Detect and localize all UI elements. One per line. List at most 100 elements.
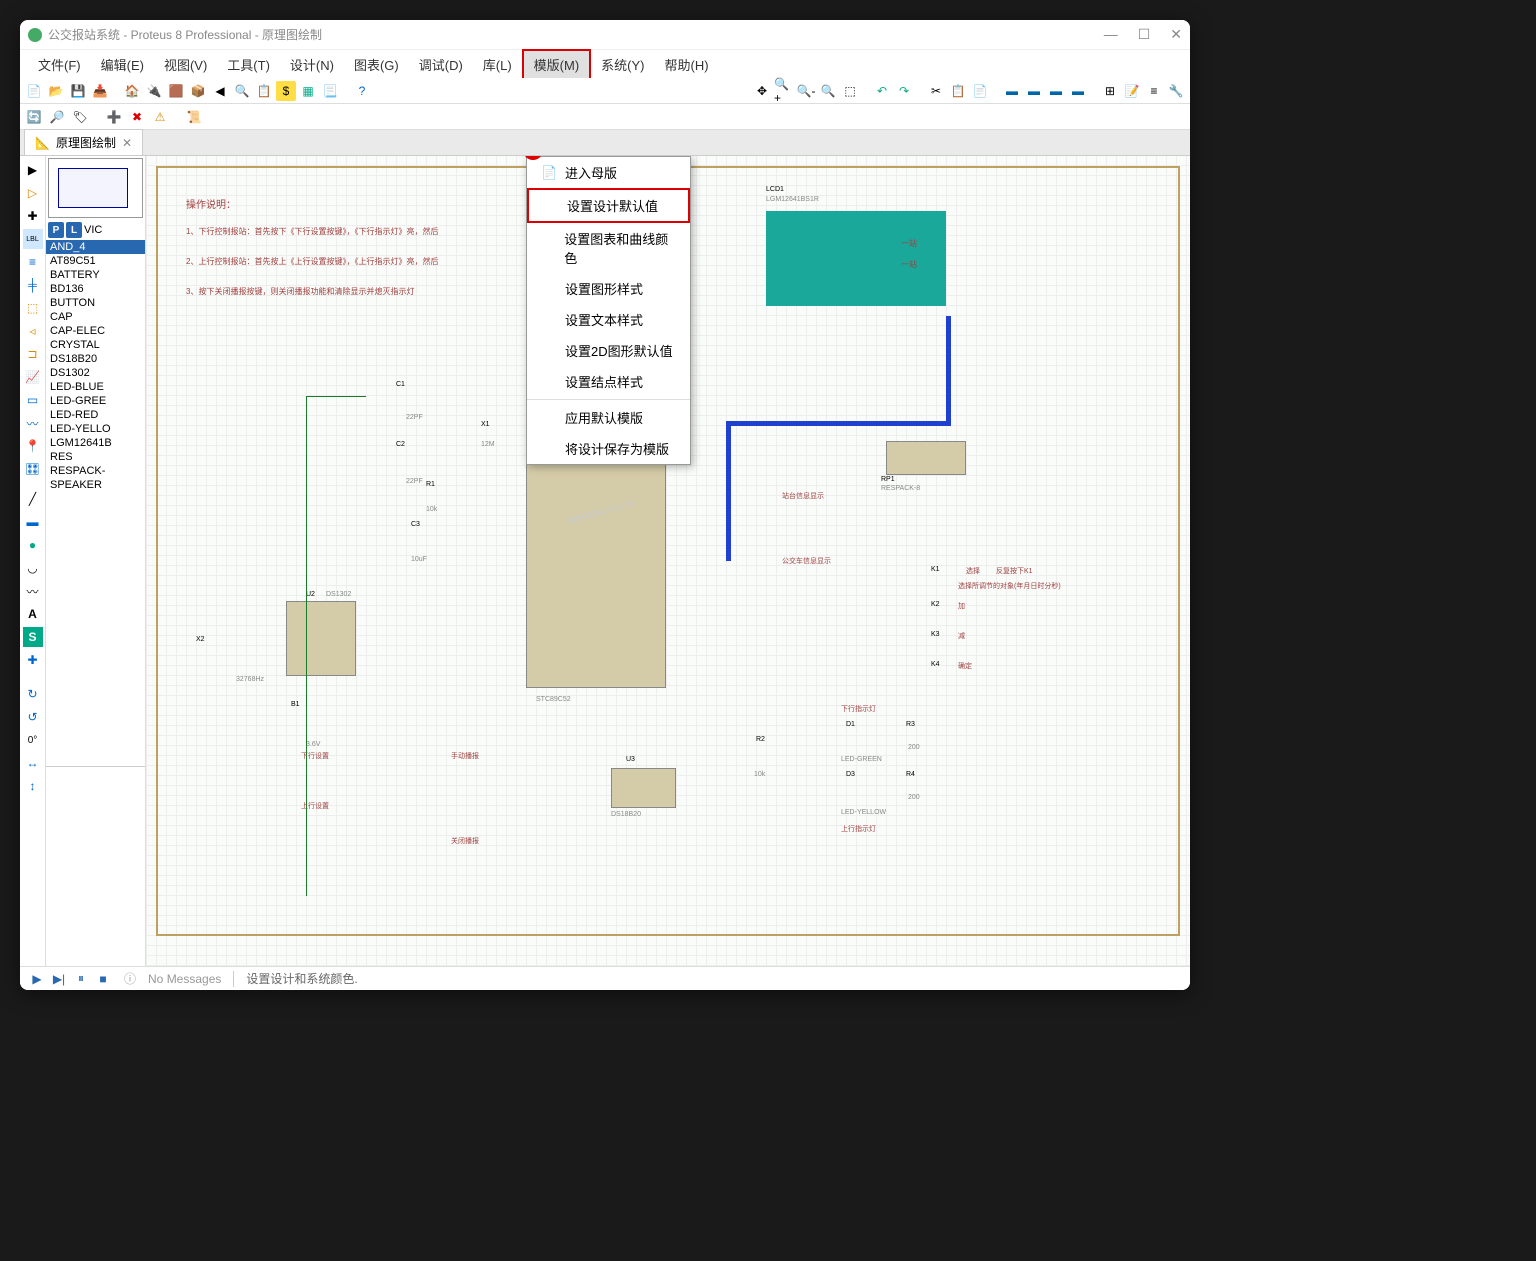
overview-map[interactable]: [48, 158, 143, 218]
menu-item-set-graph-colors[interactable]: 设置图表和曲线颜色: [527, 223, 690, 273]
list-item[interactable]: LED-GREE: [46, 394, 145, 408]
line-tool[interactable]: ╱: [23, 489, 43, 509]
gerber-icon[interactable]: ◀: [210, 81, 230, 101]
zoomarea-icon[interactable]: ⬚: [840, 81, 860, 101]
list-item[interactable]: LED-BLUE: [46, 380, 145, 394]
menu-design[interactable]: 设计(N): [280, 51, 344, 78]
list-item[interactable]: CRYSTAL: [46, 338, 145, 352]
rotate-cw-icon[interactable]: ↻: [23, 684, 43, 704]
rotate-ccw-icon[interactable]: ↺: [23, 707, 43, 727]
list-item[interactable]: BUTTON: [46, 296, 145, 310]
list-item[interactable]: LED-RED: [46, 408, 145, 422]
schematic-canvas[interactable]: 操作说明： 1、下行控制报站：首先按下《下行设置按键》，《下行指示灯》亮，然后 …: [146, 156, 1190, 966]
bus-tool[interactable]: ╪: [23, 275, 43, 295]
align-top-icon[interactable]: ▬: [1068, 81, 1088, 101]
align-center-icon[interactable]: ▬: [1024, 81, 1044, 101]
label-tool[interactable]: LBL: [23, 229, 43, 249]
menu-system[interactable]: 系统(Y): [591, 51, 654, 78]
text-tool[interactable]: ≡: [23, 252, 43, 272]
copy-icon[interactable]: 📋: [948, 81, 968, 101]
pin-tool[interactable]: ⊐: [23, 344, 43, 364]
terminal-tool[interactable]: ◃: [23, 321, 43, 341]
menu-item-enter-master[interactable]: 📄 进入母版: [527, 157, 690, 188]
play-icon[interactable]: ▶: [28, 970, 46, 988]
prop-icon[interactable]: 📝: [1122, 81, 1142, 101]
symbol-tool[interactable]: S: [23, 627, 43, 647]
list-item[interactable]: BD136: [46, 282, 145, 296]
instrument-tool[interactable]: 🎛: [23, 459, 43, 479]
marker-tool[interactable]: ✚: [23, 650, 43, 670]
step-icon[interactable]: ▶|: [50, 970, 68, 988]
tag-icon[interactable]: 🏷: [70, 107, 90, 127]
flip-v-icon[interactable]: ↕: [23, 776, 43, 796]
list-item[interactable]: BATTERY: [46, 268, 145, 282]
3d-icon[interactable]: 📦: [188, 81, 208, 101]
tab-close-icon[interactable]: ✕: [122, 136, 132, 150]
menu-item-set-text-style[interactable]: 设置文本样式: [527, 304, 690, 335]
arc-tool[interactable]: ◡: [23, 558, 43, 578]
menu-item-set-2d-defaults[interactable]: 设置2D图形默认值: [527, 335, 690, 366]
grid-icon[interactable]: ⊞: [1100, 81, 1120, 101]
sim-icon[interactable]: $: [276, 81, 296, 101]
list-item[interactable]: AND_4: [46, 240, 145, 254]
tab-schematic[interactable]: 📐 原理图绘制 ✕: [24, 129, 143, 155]
pan-icon[interactable]: ✥: [752, 81, 772, 101]
schematic-icon[interactable]: 🔌: [144, 81, 164, 101]
zoomfit-icon[interactable]: 🔍: [818, 81, 838, 101]
menu-tools[interactable]: 工具(T): [217, 51, 280, 78]
junction-tool[interactable]: ✚: [23, 206, 43, 226]
select-tool[interactable]: ▶: [23, 160, 43, 180]
list-item[interactable]: CAP: [46, 310, 145, 324]
rect-tool[interactable]: ▬: [23, 512, 43, 532]
menu-item-set-graphics-style[interactable]: 设置图形样式: [527, 273, 690, 304]
refresh-icon[interactable]: 🔄: [24, 107, 44, 127]
probe-tool[interactable]: 📍: [23, 436, 43, 456]
add-icon[interactable]: ➕: [104, 107, 124, 127]
list-item[interactable]: RESPACK-: [46, 464, 145, 478]
graph-tool[interactable]: 📈: [23, 367, 43, 387]
subcircuit-tool[interactable]: ⬚: [23, 298, 43, 318]
list-item[interactable]: LGM12641B: [46, 436, 145, 450]
pcb-icon[interactable]: 🟫: [166, 81, 186, 101]
lib-button[interactable]: L: [66, 222, 82, 238]
zoomin-icon[interactable]: 🔍+: [774, 81, 794, 101]
save-icon[interactable]: 💾: [68, 81, 88, 101]
home-icon[interactable]: 🏠: [122, 81, 142, 101]
stop-icon[interactable]: ■: [94, 970, 112, 988]
menu-item-save-as-template[interactable]: 将设计保存为模版: [527, 433, 690, 464]
menu-library[interactable]: 库(L): [473, 51, 522, 78]
menu-item-set-junction-style[interactable]: 设置结点样式: [527, 366, 690, 397]
list-item[interactable]: DS1302: [46, 366, 145, 380]
align-right-icon[interactable]: ▬: [1046, 81, 1066, 101]
help-icon[interactable]: ?: [352, 81, 372, 101]
list-item[interactable]: AT89C51: [46, 254, 145, 268]
list-item[interactable]: SPEAKER: [46, 478, 145, 492]
cut-icon[interactable]: ✂: [926, 81, 946, 101]
parts-list[interactable]: AND_4 AT89C51 BATTERY BD136 BUTTON CAP C…: [46, 240, 145, 766]
menu-item-apply-default-template[interactable]: 应用默认模版: [527, 402, 690, 433]
menu-item-set-defaults[interactable]: 设置设计默认值: [527, 188, 690, 223]
textbox-tool[interactable]: A: [23, 604, 43, 624]
list-item[interactable]: CAP-ELEC: [46, 324, 145, 338]
list-item[interactable]: LED-YELLO: [46, 422, 145, 436]
layer-icon[interactable]: ≡: [1144, 81, 1164, 101]
menu-graph[interactable]: 图表(G): [344, 51, 409, 78]
import-icon[interactable]: 📥: [90, 81, 110, 101]
menu-edit[interactable]: 编辑(E): [91, 51, 154, 78]
menu-file[interactable]: 文件(F): [28, 51, 91, 78]
menu-help[interactable]: 帮助(H): [655, 51, 719, 78]
find-icon[interactable]: 🔎: [47, 107, 67, 127]
open-icon[interactable]: 📂: [46, 81, 66, 101]
flip-h-icon[interactable]: ↔: [23, 753, 43, 773]
excl-icon[interactable]: ⚠: [150, 107, 170, 127]
redo-icon[interactable]: ↷: [894, 81, 914, 101]
paste-icon[interactable]: 📄: [970, 81, 990, 101]
maximize-button[interactable]: ☐: [1138, 26, 1151, 43]
pick-button[interactable]: P: [48, 222, 64, 238]
circle-tool[interactable]: ●: [23, 535, 43, 555]
path-tool[interactable]: 〰: [23, 581, 43, 601]
bom-icon[interactable]: 🔍: [232, 81, 252, 101]
script-icon[interactable]: 📜: [184, 107, 204, 127]
minimize-button[interactable]: —: [1104, 26, 1118, 43]
list-item[interactable]: RES: [46, 450, 145, 464]
